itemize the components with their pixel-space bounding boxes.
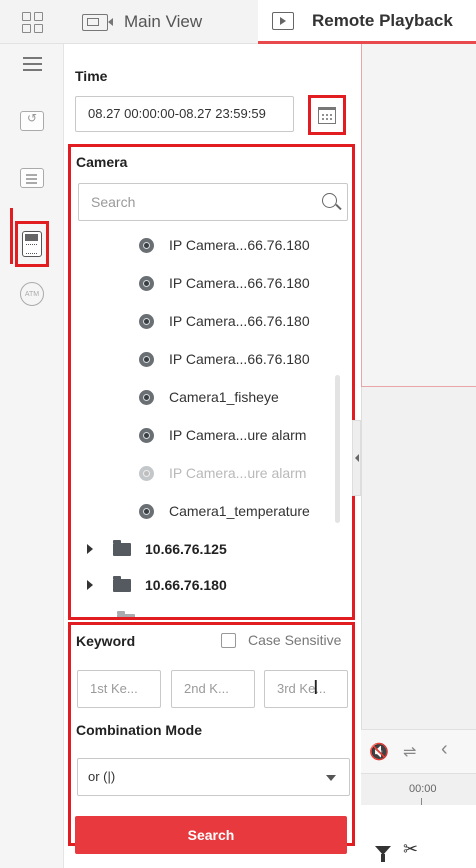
camera-list-item[interactable]: IP Camera...66.76.180 [139,309,310,333]
top-tab-bar: Main View Remote Playback [0,0,476,44]
camera-name: IP Camera...66.76.180 [169,275,310,291]
camera-name: IP Camera...ure alarm [169,427,307,443]
time-label: Time [75,68,108,84]
expand-arrow-icon[interactable] [87,580,93,590]
camera-list-item[interactable]: IP Camera...66.76.180 [139,347,310,371]
video-window-1[interactable] [361,44,476,387]
camera-name: Camera1_temperature [169,503,310,519]
combination-mode-value: or (|) [88,769,116,784]
camera-icon [139,237,154,253]
device-group[interactable]: 10.66.76.180 [87,573,227,597]
camera-icon [139,313,154,329]
time-range-input[interactable]: 08.27 00:00:00-08.27 23:59:59 [75,96,294,132]
combination-mode-select[interactable]: or (|) [77,758,350,796]
panel-collapse-handle[interactable] [352,420,361,496]
folder-icon [113,539,131,556]
keyword-input-2[interactable]: 2nd K... [171,670,255,708]
camera-list-item[interactable]: IP Camera...66.76.180 [139,271,310,295]
chevron-left-icon[interactable]: ‹ [441,738,448,761]
search-button[interactable]: Search [75,816,347,854]
expand-arrow-icon[interactable] [87,544,93,554]
playback-timeline[interactable]: 00:00 [361,773,476,806]
camera-icon [139,389,154,405]
device-group-name: 10.66.76.180 [145,577,227,593]
timeline-time-label: 00:00 [409,783,437,795]
camera-search-input[interactable] [79,184,299,220]
camera-list-item-offline[interactable]: IP Camera...ure alarm [139,461,306,485]
playback-video-area [361,44,476,774]
device-group-name: 10.66.76.125 [145,541,227,557]
tab-main-view[interactable]: Main View [82,0,202,44]
camera-icon [139,427,154,443]
filter-icon[interactable] [375,846,391,862]
camera-name: IP Camera...66.76.180 [169,237,310,253]
camera-name: Camera1_fisheye [169,389,279,405]
sidebar-item-recording[interactable] [0,101,64,141]
chevron-down-icon [326,775,336,781]
keyword-section: Keyword Case Sensitive 1st Ke... 2nd K..… [68,622,355,846]
camera-list-item[interactable]: Camera1_fisheye [139,385,279,409]
tab-main-view-label: Main View [124,12,203,31]
sidebar-selected-highlight [15,221,49,267]
camera-search-box[interactable] [78,183,348,221]
dvr-icon [22,231,42,257]
atm-icon: ATM [20,282,44,306]
partially-hidden-group [117,610,187,617]
sidebar-item-atm[interactable]: ATM [0,274,64,314]
collapse-arrow-icon [354,454,359,462]
camera-list-item[interactable]: IP Camera...66.76.180 [139,233,310,257]
camera-list-item[interactable]: Camera1_temperature [139,499,310,523]
playback-control-bar: 🔇 ⇌ ‹ [361,729,476,773]
combination-mode-label: Combination Mode [76,722,202,738]
camera-icon [139,351,154,367]
keyword-input-1[interactable]: 1st Ke... [77,670,161,708]
camera-list-scrollbar[interactable] [335,375,340,523]
camera-name: IP Camera...66.76.180 [169,313,310,329]
case-sensitive-label: Case Sensitive [248,632,342,648]
camera-name: IP Camera...66.76.180 [169,351,310,367]
adjust-icon[interactable]: ⇌ [403,742,416,762]
calendar-icon [318,106,336,124]
sidebar-item-list[interactable] [0,158,64,198]
keyword-label: Keyword [76,633,136,649]
volume-icon[interactable]: 🔇 [369,742,389,762]
search-panel: Time 08.27 00:00:00-08.27 23:59:59 Camer… [64,44,360,868]
menu-icon [22,53,42,75]
list-icon [20,168,44,188]
left-sidebar: ATM [0,44,64,868]
camera-icon [139,275,154,291]
camera-section: Camera IP Camera...66.76.180 IP Camera..… [68,144,355,620]
scissors-icon[interactable]: ✂ [403,839,418,860]
video-camera-icon [82,13,113,31]
folder-icon [117,611,135,617]
bottom-toolbar: ✂ [361,805,476,868]
tab-remote-playback[interactable]: Remote Playback [258,0,476,44]
camera-name: IP Camera...ure alarm [169,465,307,481]
recording-icon [20,111,44,131]
camera-icon [139,503,154,519]
calendar-button[interactable] [308,95,346,135]
playback-icon [272,11,294,30]
case-sensitive-checkbox[interactable] [221,632,236,648]
keyword-input-3[interactable]: 3rd Ke... [264,670,348,708]
video-window-2[interactable] [361,387,476,729]
tab-remote-playback-label: Remote Playback [312,10,453,30]
camera-offline-icon [139,465,154,481]
search-icon[interactable] [322,193,337,208]
case-sensitive-option[interactable]: Case Sensitive [221,632,341,648]
device-group[interactable]: 10.66.76.125 [87,537,227,561]
grid-menu-icon[interactable] [22,12,44,34]
folder-icon [113,575,131,592]
sidebar-active-indicator [10,208,13,264]
camera-label: Camera [76,154,128,170]
camera-list-item[interactable]: IP Camera...ure alarm [139,423,306,447]
text-cursor-icon: I [313,677,319,699]
sidebar-menu-button[interactable] [0,44,64,84]
